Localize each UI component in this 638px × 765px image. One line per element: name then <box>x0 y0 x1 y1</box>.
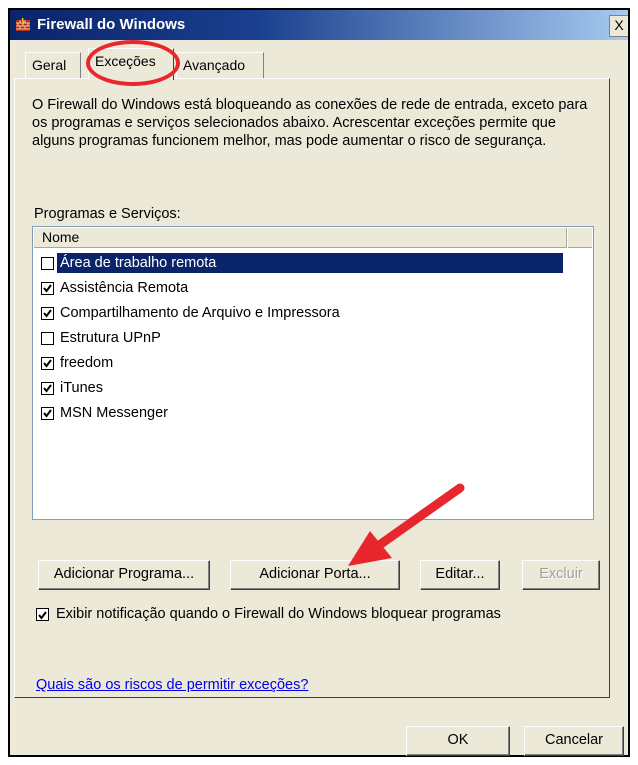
list-item-label: MSN Messenger <box>60 405 168 421</box>
list-item[interactable]: MSN Messenger <box>41 403 571 425</box>
cancel-button[interactable]: Cancelar <box>524 726 624 756</box>
list-item-label: Compartilhamento de Arquivo e Impressora <box>60 305 340 321</box>
ok-button[interactable]: OK <box>406 726 510 756</box>
exceptions-description: O Firewall do Windows está bloqueando as… <box>32 97 588 149</box>
checkbox[interactable] <box>41 332 54 345</box>
column-header-spacer <box>568 228 592 248</box>
list-item-label: iTunes <box>60 380 103 396</box>
list-item-label: Assistência Remota <box>60 280 189 296</box>
delete-button[interactable]: Excluir <box>522 560 600 590</box>
list-item[interactable]: Área de trabalho remota <box>41 253 571 275</box>
tab-avancado[interactable]: Avançado <box>176 52 264 78</box>
column-header-nome[interactable]: Nome <box>34 228 567 248</box>
checkbox[interactable] <box>41 307 54 320</box>
list-item-label: Área de trabalho remota <box>57 253 563 273</box>
checkbox[interactable] <box>41 257 54 270</box>
firewall-icon <box>16 17 30 31</box>
programs-services-list[interactable]: Nome Área de trabalho remota Assistência… <box>32 226 594 520</box>
programs-list-label: Programas e Serviços: <box>34 206 181 222</box>
notify-checkbox-label: Exibir notificação quando o Firewall do … <box>56 606 501 622</box>
notify-checkbox[interactable] <box>36 608 49 621</box>
check-icon <box>43 384 52 393</box>
checkbox[interactable] <box>41 407 54 420</box>
highlight-circle-annotation <box>86 40 180 86</box>
list-item[interactable]: Compartilhamento de Arquivo e Impressora <box>41 303 571 325</box>
check-icon <box>43 284 52 293</box>
help-link[interactable]: Quais são os riscos de permitir exceções… <box>36 677 308 693</box>
list-item[interactable]: iTunes <box>41 378 571 400</box>
check-icon <box>43 309 52 318</box>
red-arrow-annotation <box>348 483 465 566</box>
close-button[interactable]: X <box>609 15 628 37</box>
check-icon <box>43 359 52 368</box>
check-icon <box>38 611 47 620</box>
add-program-button[interactable]: Adicionar Programa... <box>38 560 210 590</box>
list-item[interactable]: Estrutura UPnP <box>41 328 571 350</box>
checkbox[interactable] <box>41 382 54 395</box>
window-title: Firewall do Windows <box>37 16 186 33</box>
checkbox[interactable] <box>41 282 54 295</box>
check-icon <box>43 409 52 418</box>
list-item-label: freedom <box>60 355 114 371</box>
tab-geral[interactable]: Geral <box>25 52 81 78</box>
list-item[interactable]: Assistência Remota <box>41 278 571 300</box>
list-item-label: Estrutura UPnP <box>60 330 161 346</box>
checkbox[interactable] <box>41 357 54 370</box>
list-item[interactable]: freedom <box>41 353 571 375</box>
title-bar[interactable]: Firewall do Windows <box>10 10 628 40</box>
